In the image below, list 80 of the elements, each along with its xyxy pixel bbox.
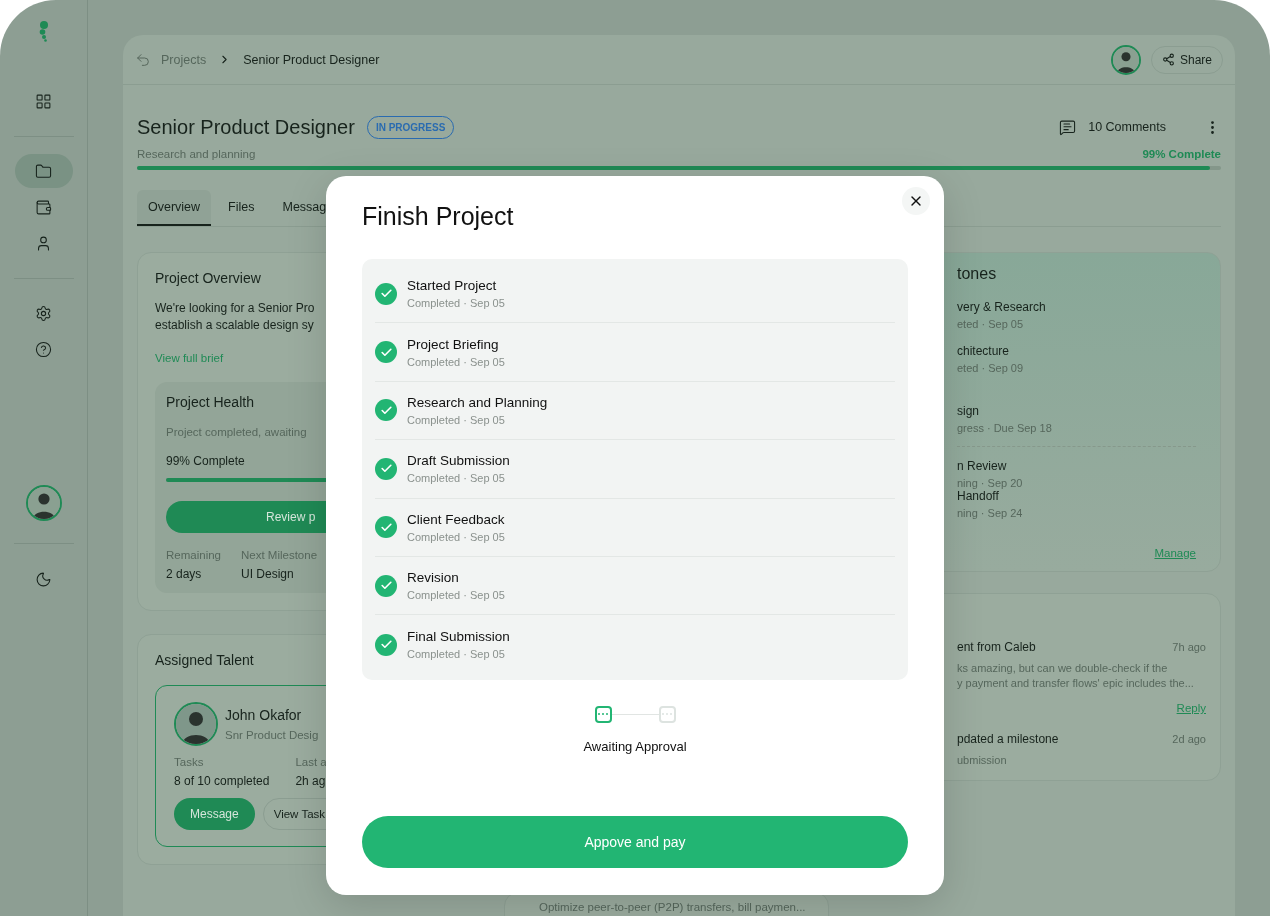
milestone-meta: ning · Sep 24 bbox=[957, 507, 1023, 519]
reply-link[interactable]: Reply bbox=[1176, 702, 1206, 714]
step-meta: Completed · Sep 05 bbox=[407, 648, 506, 661]
breadcrumb-link[interactable]: Projects bbox=[161, 52, 207, 67]
milestone-meta: ning · Sep 20 bbox=[957, 477, 1023, 489]
brief-link[interactable]: View full brief bbox=[155, 352, 224, 364]
wallet-icon bbox=[35, 198, 52, 216]
milestone-meta: gress · Due Sep 18 bbox=[957, 422, 1052, 434]
help-icon bbox=[35, 340, 52, 358]
user-avatar bbox=[25, 485, 62, 521]
tab[interactable]: Files bbox=[217, 190, 266, 226]
stat-label: Last a bbox=[295, 756, 327, 768]
project-title: Senior Product Designer bbox=[137, 115, 355, 139]
step-meta: Completed · Sep 05 bbox=[407, 355, 505, 368]
breadcrumb-current: Senior Product Designer bbox=[243, 52, 380, 67]
manage-link[interactable]: Manage bbox=[1154, 547, 1196, 559]
panel-title: Project Health bbox=[166, 394, 254, 410]
step-title: Research and Planning bbox=[407, 394, 548, 410]
step-title: Final Submission bbox=[407, 629, 510, 645]
milestone-title: n Review bbox=[957, 459, 1007, 473]
comments-count[interactable]: 10 Comments bbox=[1088, 120, 1166, 134]
stat-label: Tasks bbox=[174, 756, 204, 768]
step-title: Draft Submission bbox=[407, 453, 510, 469]
approval-status: Awaiting Approval bbox=[582, 738, 688, 754]
settings-icon bbox=[35, 304, 52, 322]
moon-icon bbox=[35, 570, 52, 588]
stat-label: Next Milestone bbox=[241, 549, 318, 561]
talent-name: John Okafor bbox=[225, 707, 302, 723]
activity-time: 7h ago bbox=[1172, 641, 1206, 653]
back-icon[interactable] bbox=[135, 51, 151, 68]
sidebar-item[interactable] bbox=[14, 154, 73, 188]
message-button[interactable]: Message bbox=[174, 798, 255, 830]
task-description: Optimize peer-to-peer (P2P) transfers, bill paymen... bbox=[539, 901, 806, 913]
description-line: We're looking for a Senior Pro bbox=[155, 300, 315, 317]
grid-icon bbox=[35, 92, 52, 110]
logo-icon bbox=[37, 20, 50, 42]
activity-text: ks amazing, but can we double-check if the bbox=[957, 662, 1168, 674]
phase-label: Research and planning bbox=[137, 148, 256, 160]
card-title: Assigned Talent bbox=[155, 652, 254, 668]
folder-icon bbox=[35, 162, 52, 180]
stat-value: 8 of 10 completed bbox=[174, 774, 270, 788]
description-line: establish a scalable design sy bbox=[155, 317, 314, 334]
step-title: Revision bbox=[407, 570, 460, 586]
milestone-title: very & Research bbox=[957, 300, 1046, 314]
milestone-title: sign bbox=[957, 404, 979, 418]
health-note: Project completed, awaiting bbox=[166, 426, 307, 438]
share-icon bbox=[1161, 53, 1175, 66]
user-icon bbox=[35, 234, 52, 252]
approve-button[interactable]: Appove and pay bbox=[362, 816, 908, 868]
step-meta: Completed · Sep 05 bbox=[407, 589, 505, 602]
stat-value: UI Design bbox=[241, 567, 294, 581]
tab[interactable]: Overview bbox=[137, 190, 212, 226]
activity-text: y payment and transfer flows' epic includes the... bbox=[957, 677, 1194, 689]
step-meta: Completed · Sep 05 bbox=[407, 472, 506, 485]
card-title: Project Overview bbox=[155, 270, 261, 286]
stat-value: 2h ag bbox=[295, 774, 326, 788]
stat-value: 2 days bbox=[166, 567, 202, 581]
activity-time: 2d ago bbox=[1172, 733, 1206, 745]
card-title: tones bbox=[957, 265, 997, 283]
progress-label: 99% Complete bbox=[1142, 148, 1221, 160]
step-title: Project Briefing bbox=[407, 336, 500, 352]
step-meta: Completed · Sep 05 bbox=[407, 530, 505, 543]
tab[interactable]: Messag bbox=[271, 190, 338, 226]
step-title: Started Project bbox=[407, 278, 498, 294]
talent-role: Snr Product Desig bbox=[225, 729, 319, 741]
dialog-title: Finish Project bbox=[362, 202, 515, 231]
stat-label: Remaining bbox=[166, 549, 221, 561]
user-avatar bbox=[1110, 44, 1141, 75]
progress-label: 99% Complete bbox=[166, 454, 245, 468]
step-meta: Completed · Sep 05 bbox=[407, 413, 506, 426]
milestone-meta: eted · Sep 09 bbox=[957, 362, 1024, 374]
step-meta: Completed · Sep 05 bbox=[407, 297, 505, 310]
comment-icon[interactable] bbox=[1059, 118, 1077, 136]
talent-avatar bbox=[174, 702, 218, 746]
milestone-meta: eted · Sep 05 bbox=[957, 318, 1024, 330]
activity-title: pdated a milestone bbox=[957, 732, 1059, 746]
milestone-title: Handoff bbox=[957, 489, 999, 503]
milestone-title: chitecture bbox=[957, 344, 1010, 358]
activity-title: ent from Caleb bbox=[957, 640, 1036, 654]
activity-text: ubmission bbox=[957, 754, 1007, 766]
